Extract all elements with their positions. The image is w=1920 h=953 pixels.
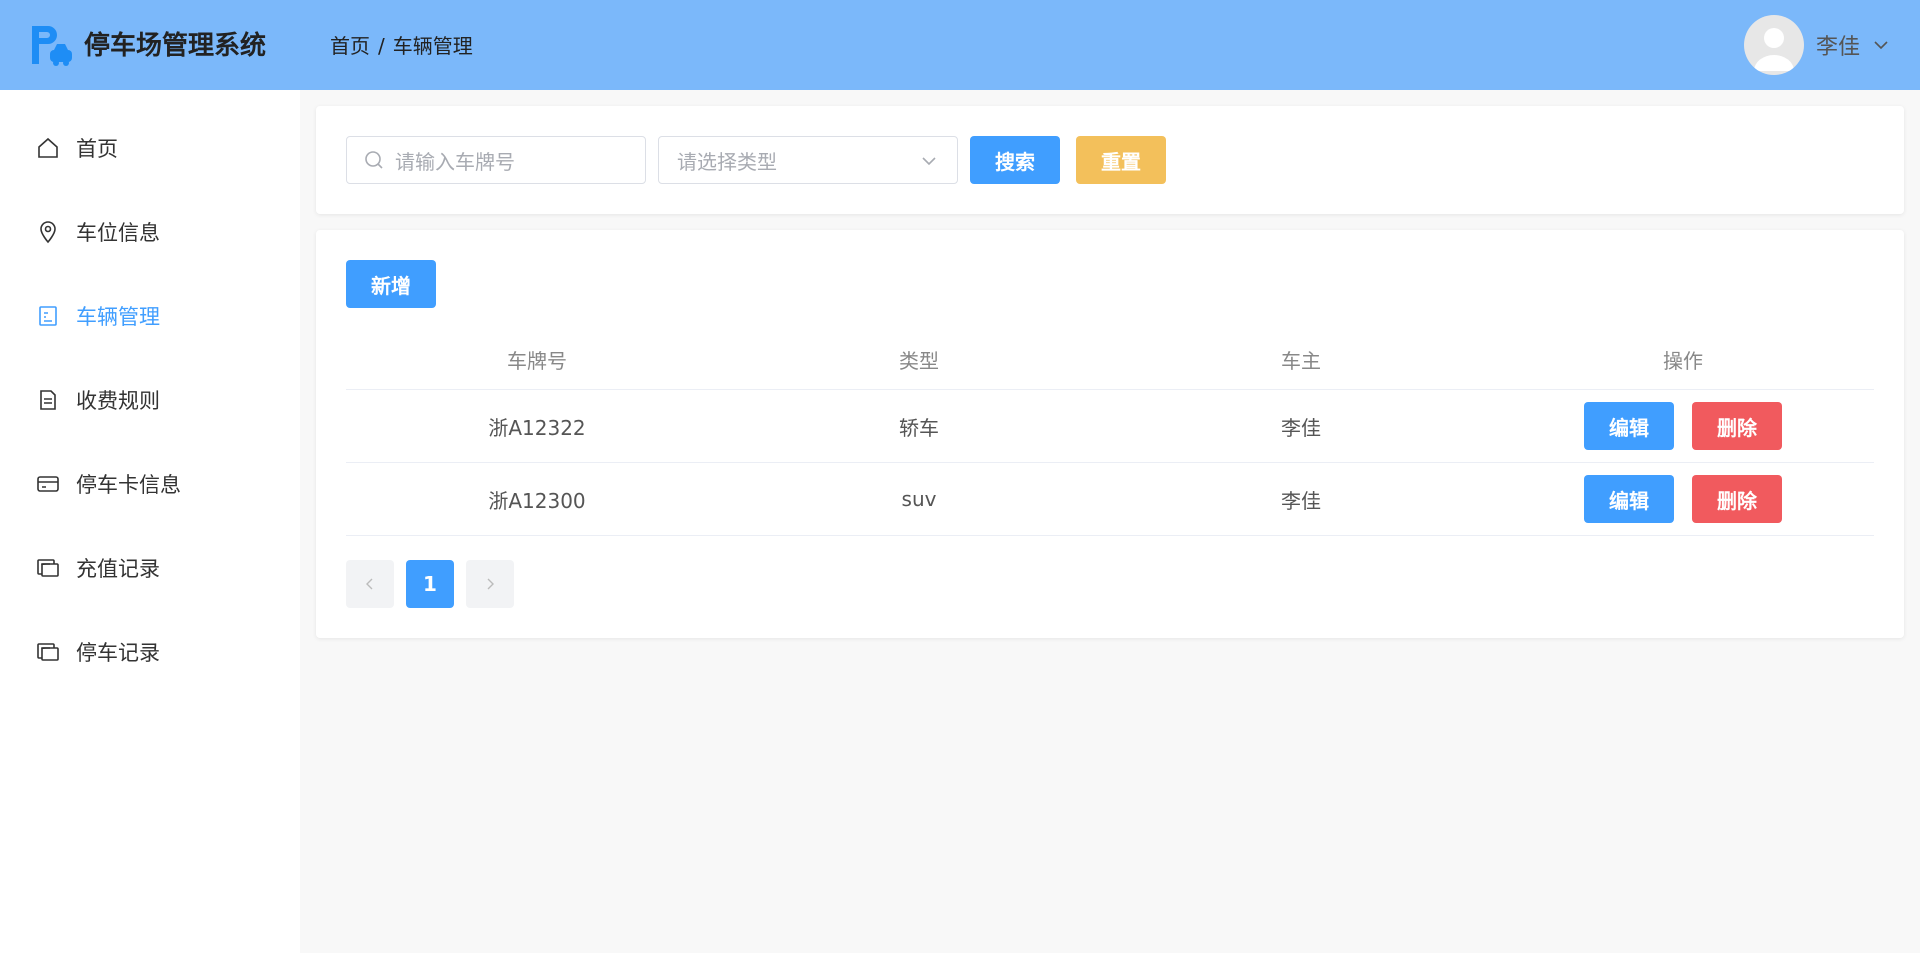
delete-button[interactable]: 删除 (1692, 475, 1782, 523)
sidebar-item-home[interactable]: 首页 (34, 128, 118, 168)
home-icon (34, 134, 62, 162)
breadcrumb-separator: / (378, 34, 385, 58)
sidebar-item-fee-rules[interactable]: 收费规则 (34, 380, 160, 420)
cell-owner: 李佳 (1281, 488, 1321, 513)
sidebar-item-label: 停车记录 (76, 641, 160, 665)
user-name[interactable]: 李佳 (1816, 29, 1860, 61)
app-title: 停车场管理系统 (84, 31, 267, 61)
table-row: 浙A12322 轿车 李佳 编辑 删除 (346, 390, 1874, 463)
chevron-left-icon (366, 578, 373, 590)
sidebar-item-label: 首页 (76, 137, 118, 161)
chevron-down-icon[interactable] (1872, 36, 1890, 54)
breadcrumb: 首页 / 车辆管理 (330, 32, 473, 60)
plate-search-placeholder: 请输入车牌号 (395, 149, 515, 174)
type-select-placeholder: 请选择类型 (677, 149, 777, 174)
user-avatar-icon[interactable] (1743, 15, 1804, 75)
search-button[interactable]: 搜索 (970, 136, 1060, 184)
top-header: 停车场管理系统 首页 / 车辆管理 李佳 (0, 0, 1920, 90)
cell-plate: 浙A12300 (488, 488, 586, 513)
sidebar-item-label: 充值记录 (76, 557, 160, 581)
reset-button[interactable]: 重置 (1076, 136, 1166, 184)
delete-button[interactable]: 删除 (1692, 402, 1782, 450)
pagination: 1 (346, 560, 514, 608)
chevron-down-icon (922, 157, 936, 166)
sidebar-item-vehicles[interactable]: 车辆管理 (34, 296, 160, 336)
sidebar-item-parking-spots[interactable]: 车位信息 (34, 212, 160, 252)
column-header-actions: 操作 (1663, 349, 1703, 373)
location-pin-icon (34, 218, 62, 246)
sidebar-item-recharge-records[interactable]: 充值记录 (34, 548, 160, 588)
add-button[interactable]: 新增 (346, 260, 436, 308)
prev-page-button[interactable] (346, 560, 394, 608)
column-header-plate: 车牌号 (507, 349, 567, 373)
cell-actions: 编辑 删除 (1492, 390, 1874, 462)
sidebar: 首页 车位信息 车辆管理 收费规则 停车卡信息 充值记录 停车记录 (0, 90, 300, 953)
cell-type: 轿车 (899, 415, 939, 440)
plate-search-input[interactable]: 请输入车牌号 (346, 136, 646, 184)
cell-plate: 浙A12322 (488, 415, 586, 440)
cell-type: suv (901, 487, 937, 511)
sidebar-item-parking-cards[interactable]: 停车卡信息 (34, 464, 181, 504)
table-row: 浙A12300 suv 李佳 编辑 删除 (346, 463, 1874, 536)
sidebar-item-label: 车辆管理 (76, 305, 160, 329)
sidebar-item-parking-records[interactable]: 停车记录 (34, 632, 160, 672)
breadcrumb-current: 车辆管理 (392, 34, 473, 58)
vehicle-table-panel: 新增 车牌号 类型 车主 操作 浙A12322 轿车 李佳 编辑 删除 浙A12… (316, 230, 1904, 638)
search-panel: 请输入车牌号 请选择类型 搜索 重置 (316, 106, 1904, 214)
search-icon (365, 151, 383, 169)
document-list-icon (34, 386, 62, 414)
vehicle-table: 车牌号 类型 车主 操作 浙A12322 轿车 李佳 编辑 删除 浙A12300… (346, 330, 1874, 536)
edit-button[interactable]: 编辑 (1584, 475, 1674, 523)
page-button[interactable]: 1 (406, 560, 454, 608)
parking-logo-icon (32, 26, 72, 66)
wallet-icon (34, 554, 62, 582)
cell-owner: 李佳 (1281, 415, 1321, 440)
column-header-type: 类型 (899, 349, 939, 373)
type-select[interactable]: 请选择类型 (658, 136, 958, 184)
edit-button[interactable]: 编辑 (1584, 402, 1674, 450)
table-header: 车牌号 类型 车主 操作 (346, 330, 1874, 390)
wallet-icon (34, 638, 62, 666)
sidebar-item-label: 停车卡信息 (76, 473, 181, 497)
sidebar-item-label: 车位信息 (76, 221, 160, 245)
chevron-right-icon (487, 578, 494, 590)
cell-actions: 编辑 删除 (1492, 463, 1874, 535)
user-menu[interactable]: 李佳 (1743, 15, 1890, 75)
next-page-button[interactable] (466, 560, 514, 608)
breadcrumb-home[interactable]: 首页 (330, 34, 370, 58)
column-header-owner: 车主 (1281, 349, 1321, 373)
credit-card-icon (34, 470, 62, 498)
sidebar-item-label: 收费规则 (76, 389, 160, 413)
document-icon (34, 302, 62, 330)
